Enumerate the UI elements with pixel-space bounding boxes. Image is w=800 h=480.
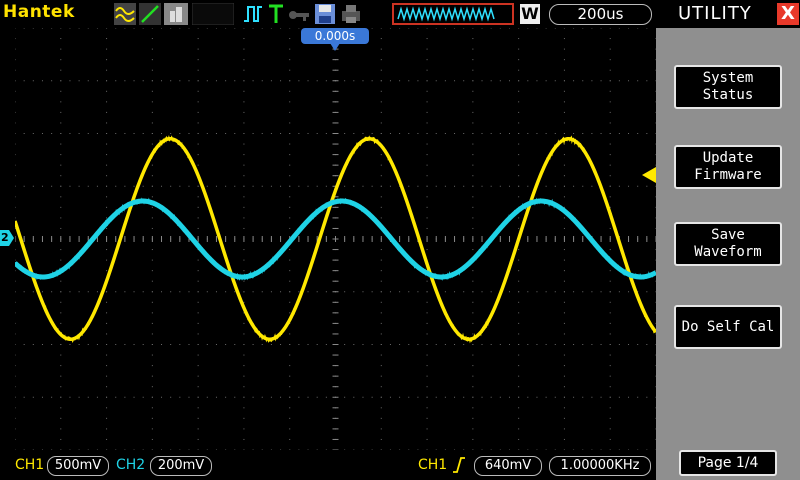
update-firmware-button[interactable]: Update Firmware <box>674 145 782 189</box>
waveform-display <box>13 27 658 451</box>
save-icon[interactable] <box>314 3 336 25</box>
close-icon[interactable]: X <box>777 3 799 25</box>
memory-depth-waveform-icon <box>392 3 514 25</box>
system-status-button[interactable]: System Status <box>674 65 782 109</box>
graticule-center-axes <box>14 27 657 451</box>
button-label-line2: Waveform <box>694 244 762 260</box>
brand-logo: Hantek <box>3 2 75 22</box>
ch1-scale[interactable]: 500mV <box>47 456 109 476</box>
utility-menu-panel: UTILITY X System Status Update Firmware … <box>656 0 800 480</box>
key-icon <box>287 3 311 25</box>
ch2-label: CH2 <box>116 457 146 473</box>
ch1-label: CH1 <box>15 457 45 473</box>
print-icon[interactable] <box>340 3 362 25</box>
timebase-display[interactable]: 200us <box>549 4 652 25</box>
ch2-marker-label: 2 <box>1 231 9 244</box>
window-mode-badge: W <box>520 4 540 24</box>
button-label-line1: Save <box>711 227 745 243</box>
frequency-readout: 1.00000KHz <box>549 456 651 476</box>
menu-title: UTILITY <box>678 3 752 24</box>
trigger-position-readout: 0.000s <box>301 28 369 44</box>
acquire-mode-icon[interactable] <box>114 3 136 25</box>
trigger-t-icon[interactable] <box>268 3 284 25</box>
trigger-source-label: CH1 <box>418 457 448 473</box>
button-label-line1: System <box>702 70 754 86</box>
persistence-icon[interactable] <box>164 3 188 25</box>
ch2-ground-marker: 2 <box>0 230 14 250</box>
waveform-graticule <box>13 27 658 451</box>
do-self-cal-button[interactable]: Do Self Cal <box>674 305 782 349</box>
button-label-line1: Update <box>702 150 754 166</box>
trigger-edge-icon[interactable] <box>242 3 264 25</box>
ch2-scale[interactable]: 200mV <box>150 456 212 476</box>
trigger-level-marker-icon <box>642 167 656 183</box>
menu-title-bar: UTILITY X <box>656 0 800 28</box>
display-mode-icon[interactable] <box>139 3 161 25</box>
top-status-bar: Hantek W 200us <box>0 0 656 28</box>
page-indicator-button[interactable]: Page 1/4 <box>679 450 777 476</box>
trigger-position-arrow-icon <box>330 43 340 51</box>
button-label-line2: Status <box>702 87 754 103</box>
rising-edge-icon <box>453 457 465 473</box>
button-label-line1: Do Self Cal <box>681 318 775 335</box>
button-label-line2: Firmware <box>694 167 762 183</box>
blank-status-slot <box>192 3 234 25</box>
save-waveform-button[interactable]: Save Waveform <box>674 222 782 266</box>
trigger-level[interactable]: 640mV <box>474 456 542 476</box>
